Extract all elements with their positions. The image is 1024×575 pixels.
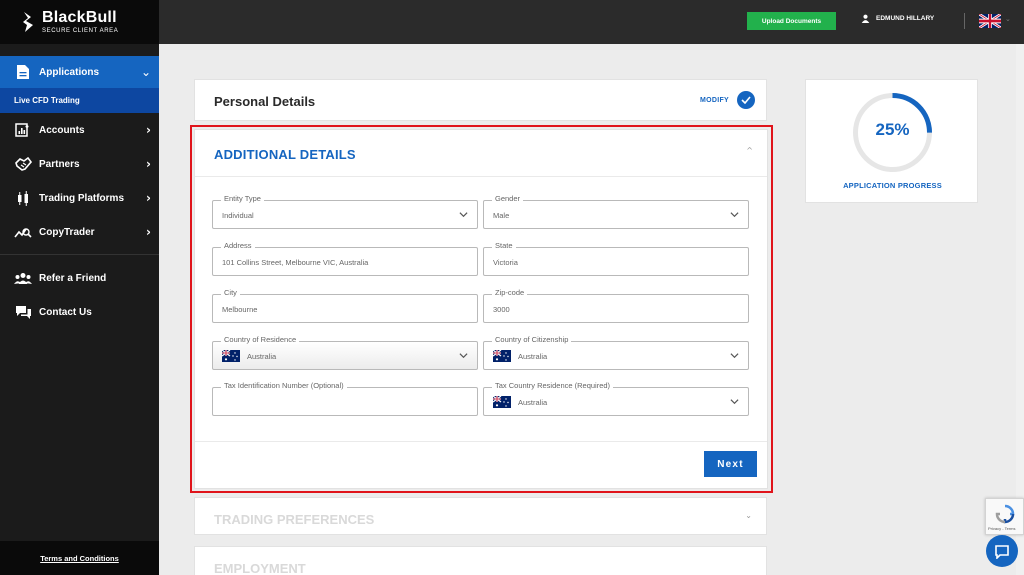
progress-label: APPLICATION PROGRESS [843, 181, 942, 190]
additional-details-header[interactable]: ADDITIONAL DETAILS ^ [195, 130, 767, 177]
sidebar-item-applications[interactable]: Applications ⌄ [0, 56, 159, 88]
sidebar-item-label: Partners [39, 158, 80, 170]
australia-flag-icon [493, 350, 511, 362]
modify-link[interactable]: MODIFY [700, 97, 729, 104]
handshake-icon [14, 155, 32, 173]
chevron-down-icon [459, 212, 468, 218]
user-menu[interactable]: EDMUND HILLARY [861, 14, 934, 23]
sidebar-item-refer-a-friend[interactable]: Refer a Friend [0, 265, 159, 291]
checkmark-icon [737, 91, 755, 109]
trading-preferences-section[interactable]: TRADING PREFERENCES ⌄ [194, 497, 767, 535]
candlestick-icon [14, 189, 32, 207]
chevron-down-icon [730, 353, 739, 359]
progress-percent: 25% [875, 120, 910, 139]
chevron-right-icon: › [146, 191, 151, 205]
sidebar-item-contact-us[interactable]: Contact Us [0, 299, 159, 325]
chevron-down-icon [459, 353, 468, 359]
chevron-up-icon[interactable]: ^ [746, 146, 753, 155]
recaptcha-badge[interactable]: Privacy - Terms [985, 498, 1024, 535]
brand-name: BlackBull [42, 9, 117, 26]
terms-and-conditions-link[interactable]: Terms and Conditions [0, 541, 159, 575]
chat-button[interactable] [986, 535, 1018, 567]
top-bar: Upload Documents EDMUND HILLARY ⌄ [159, 0, 1024, 44]
recaptcha-text: Privacy - Terms [988, 526, 1016, 531]
sidebar-item-accounts[interactable]: Accounts › [0, 117, 159, 143]
sidebar-item-partners[interactable]: Partners › [0, 151, 159, 177]
language-chevron-down-icon[interactable]: ⌄ [1005, 15, 1011, 23]
personal-details-title: Personal Details [214, 94, 316, 109]
entity-type-select[interactable]: Entity Type Individual [212, 194, 478, 229]
blackbull-logo-icon [23, 12, 33, 32]
document-icon [14, 63, 32, 81]
sidebar-item-label: Trading Platforms [39, 192, 125, 204]
sidebar-divider [0, 254, 159, 255]
page-scrollbar[interactable] [1016, 44, 1024, 575]
users-icon [14, 269, 32, 287]
australia-flag-icon [493, 396, 511, 408]
next-button[interactable]: Next [704, 451, 757, 477]
accounts-chart-icon [14, 121, 32, 139]
country-of-residence-select[interactable]: Country of Residence Australia [212, 335, 478, 370]
additional-details-title: ADDITIONAL DETAILS [214, 147, 356, 162]
brand-tagline: SECURE CLIENT AREA [42, 28, 119, 34]
state-field[interactable]: State Victoria [483, 241, 749, 276]
sidebar-item-trading-platforms[interactable]: Trading Platforms › [0, 185, 159, 211]
sidebar: BlackBull SECURE CLIENT AREA Application… [0, 0, 159, 575]
personal-details-card: Personal Details MODIFY [194, 79, 767, 121]
chevron-right-icon: › [146, 123, 151, 137]
sidebar-item-label: Applications [39, 66, 100, 78]
sidebar-item-label: Contact Us [39, 306, 92, 318]
address-field[interactable]: Address 101 Collins Street, Melbourne VI… [212, 241, 478, 276]
zip-code-field[interactable]: Zip-code 3000 [483, 288, 749, 323]
sidebar-item-copytrader[interactable]: CopyTrader › [0, 219, 159, 245]
country-of-citizenship-select[interactable]: Country of Citizenship Australia [483, 335, 749, 370]
user-icon [861, 14, 870, 23]
tax-country-residence-select[interactable]: Tax Country Residence (Required) Austral… [483, 381, 749, 416]
chat-bubbles-icon [14, 303, 32, 321]
sidebar-item-label: CopyTrader [39, 226, 95, 238]
recaptcha-icon [995, 504, 1015, 524]
uk-flag-icon[interactable] [979, 14, 1001, 28]
chevron-down-icon [730, 212, 739, 218]
user-name: EDMUND HILLARY [876, 15, 935, 22]
chevron-down-icon: ⌄ [140, 65, 151, 79]
sidebar-subitem-label: Live CFD Trading [14, 96, 80, 105]
city-field[interactable]: City Melbourne [212, 288, 478, 323]
sidebar-subitem-live-cfd-trading[interactable]: Live CFD Trading [0, 88, 159, 113]
chevron-right-icon: › [146, 157, 151, 171]
brand-logo[interactable]: BlackBull SECURE CLIENT AREA [0, 0, 159, 44]
trading-preferences-title: TRADING PREFERENCES [214, 512, 375, 527]
chevron-down-icon [730, 399, 739, 405]
additional-details-footer: Next [195, 441, 767, 488]
chat-icon [995, 544, 1009, 559]
upload-documents-button[interactable]: Upload Documents [747, 12, 836, 30]
australia-flag-icon [222, 350, 240, 362]
employment-title: EMPLOYMENT [214, 561, 306, 575]
copytrader-icon [14, 223, 32, 241]
gender-select[interactable]: Gender Male [483, 194, 749, 229]
sidebar-item-label: Refer a Friend [39, 272, 107, 284]
sidebar-item-label: Accounts [39, 124, 85, 136]
application-progress-card: 25% APPLICATION PROGRESS [805, 79, 978, 203]
chevron-right-icon: › [146, 225, 151, 239]
topbar-divider [964, 13, 965, 29]
chevron-down-icon: ⌄ [745, 511, 752, 520]
employment-section[interactable]: EMPLOYMENT [194, 546, 767, 575]
additional-details-card: ADDITIONAL DETAILS ^ Entity Type Individ… [194, 129, 768, 489]
tax-identification-number-field[interactable]: Tax Identification Number (Optional) [212, 381, 478, 416]
